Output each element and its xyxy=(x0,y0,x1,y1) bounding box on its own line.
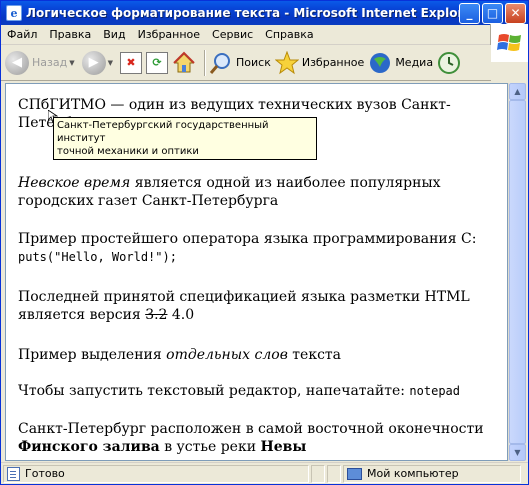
paragraph-code-text: Пример простейшего оператора языка прогр… xyxy=(18,231,477,247)
browser-window: e Логическое форматирование текста - Mic… xyxy=(0,0,529,485)
status-bar: Готово Мой компьютер xyxy=(1,462,528,484)
emphasis-words: отдельных слов xyxy=(166,347,288,363)
status-empty-2 xyxy=(327,464,341,483)
media-icon xyxy=(370,52,391,73)
strong-gulf: Финского залива xyxy=(18,439,160,455)
media-label: Медиа xyxy=(395,56,434,69)
scroll-up-button[interactable]: ▲ xyxy=(509,83,526,100)
windows-logo-icon xyxy=(490,24,528,62)
kbd-command: notepad xyxy=(409,384,460,398)
title-bar[interactable]: e Логическое форматирование текста - Mic… xyxy=(1,1,528,25)
stop-button[interactable]: ✖ xyxy=(120,48,142,78)
paragraph-kbd: Чтобы запустить текстовый редактор, напе… xyxy=(18,382,503,400)
close-button[interactable]: ✕ xyxy=(505,2,526,24)
paragraph-strong: Санкт-Петербург расположен в самой восто… xyxy=(18,420,503,456)
back-button[interactable]: ◀ Назад ▼ xyxy=(5,48,78,78)
scroll-down-button[interactable]: ▼ xyxy=(509,444,526,461)
history-button[interactable] xyxy=(437,48,461,78)
back-label: Назад xyxy=(32,56,68,69)
refresh-button[interactable]: ⟳ xyxy=(146,48,168,78)
menu-view[interactable]: Вид xyxy=(97,28,131,41)
window-title: Логическое форматирование текста - Micro… xyxy=(26,6,459,20)
status-empty-1 xyxy=(311,464,325,483)
maximize-button[interactable]: □ xyxy=(482,2,503,24)
emphasis-after: текста xyxy=(287,347,342,363)
page-icon xyxy=(7,466,20,481)
chevron-down-icon[interactable]: ▼ xyxy=(108,59,113,67)
paragraph-html-text: Последней принятой спецификацией языка р… xyxy=(18,289,470,323)
favorites-star-icon xyxy=(274,50,299,74)
page-content: СПбГИТМО — один из ведущих технических в… xyxy=(5,83,508,461)
newspaper-name: Невское время xyxy=(18,175,131,191)
toolbar-separator xyxy=(204,49,205,76)
emphasis-before: Пример выделения xyxy=(18,347,167,363)
scroll-thumb[interactable] xyxy=(509,100,526,444)
code-sample: puts("Hello, World!"); xyxy=(18,250,177,264)
favorites-button[interactable]: Избранное xyxy=(274,48,365,78)
home-button[interactable] xyxy=(172,48,196,78)
vertical-scrollbar[interactable]: ▲ ▼ xyxy=(508,83,526,461)
favorites-label: Избранное xyxy=(301,56,365,69)
menu-edit[interactable]: Правка xyxy=(43,28,97,41)
home-icon xyxy=(173,51,195,72)
strong-text: Санкт-Петербург расположен в самой восто… xyxy=(18,421,484,437)
menu-help[interactable]: Справка xyxy=(259,28,319,41)
paragraph-code: Пример простейшего оператора языка прогр… xyxy=(18,230,503,266)
media-button[interactable]: Медиа xyxy=(368,48,433,78)
menu-bar: Файл Правка Вид Избранное Сервис Справка xyxy=(1,24,528,62)
search-button[interactable]: Поиск xyxy=(209,48,271,78)
ie-icon: e xyxy=(6,5,22,21)
inserted-version: 4.0 xyxy=(167,307,195,323)
paragraph-newspaper: Невское время является одной из наиболее… xyxy=(18,174,503,210)
status-main: Готово xyxy=(3,464,309,483)
back-arrow-icon: ◀ xyxy=(5,50,29,75)
search-icon xyxy=(209,52,230,74)
kbd-text: Чтобы запустить текстовый редактор, напе… xyxy=(18,383,410,399)
menu-favorites[interactable]: Избранное xyxy=(132,28,206,41)
minimize-button[interactable]: _ xyxy=(459,2,480,24)
abbr-tooltip: Санкт-Петербургский государственный инст… xyxy=(53,117,317,160)
strong-mid: в устье реки xyxy=(159,439,261,455)
stop-icon: ✖ xyxy=(120,51,142,74)
status-zone: Мой компьютер xyxy=(343,464,521,483)
deleted-version: 3.2 xyxy=(145,307,168,323)
menu-tools[interactable]: Сервис xyxy=(206,28,259,41)
strong-river: Невы xyxy=(260,439,307,455)
forward-arrow-icon: ▶ xyxy=(81,50,106,75)
paragraph-emphasis: Пример выделения отдельных слов текста xyxy=(18,346,503,364)
zone-text: Мой компьютер xyxy=(367,467,459,480)
menu-file[interactable]: Файл xyxy=(1,28,43,41)
status-text: Готово xyxy=(25,467,65,480)
toolbar: ◀ Назад ▼ ▶ ▼ ✖ ⟳ Поиск Избранное Медиа xyxy=(1,45,491,81)
chevron-down-icon[interactable]: ▼ xyxy=(69,59,74,67)
computer-icon xyxy=(347,467,362,480)
history-icon xyxy=(438,51,461,74)
paragraph-html-version: Последней принятой спецификацией языка р… xyxy=(18,288,503,324)
search-label: Поиск xyxy=(236,56,271,69)
refresh-icon: ⟳ xyxy=(146,51,168,74)
tooltip-line-1: Санкт-Петербургский государственный инст… xyxy=(57,120,269,144)
tooltip-line-2: точной механики и оптики xyxy=(57,146,199,157)
forward-button[interactable]: ▶ ▼ xyxy=(81,48,116,78)
